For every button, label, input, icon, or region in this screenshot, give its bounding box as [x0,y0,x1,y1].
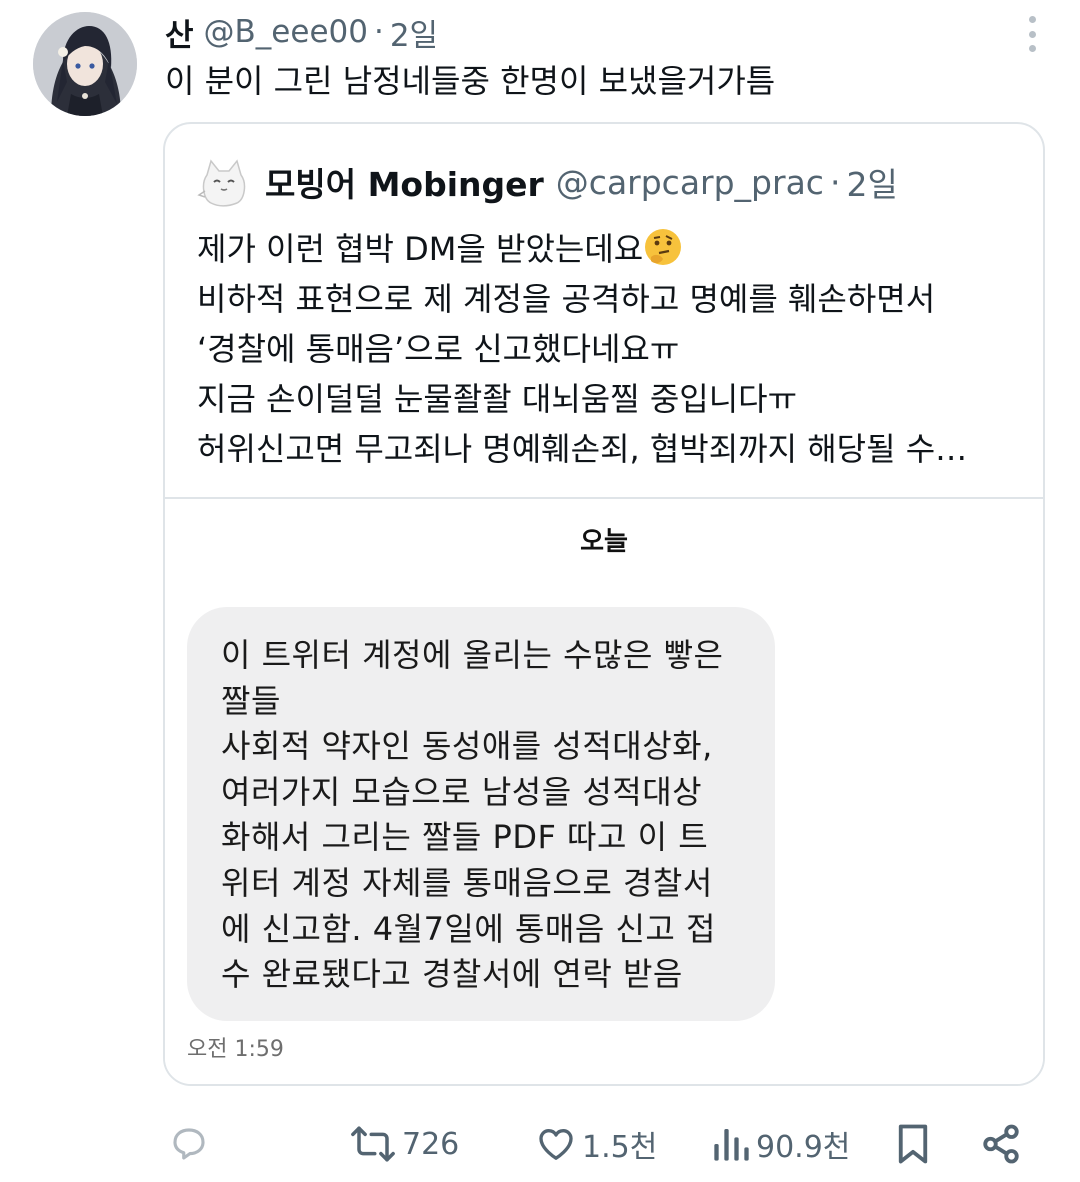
heart-icon [536,1124,576,1164]
reply-icon [168,1123,210,1165]
more-options-icon[interactable] [1022,16,1042,52]
dm-line: 수 완료됐다고 경찰서에 연락 받음 [221,955,683,994]
quoted-separator-dot: · [829,162,841,202]
quoted-text-line-2: 비하적 표현으로 제 계정을 공격하고 명예를 훼손하면서 [197,280,936,318]
dm-message-bubble: 이 트위터 계정에 올리는 수많은 빻은 짤들 사회적 약자인 동성애를 성적대… [187,607,775,1021]
avatar-illustration [33,12,137,116]
dm-line: 이 트위터 계정에 올리는 수많은 빻은 [221,636,724,674]
dm-line: 에 신고함. 4월7일에 통매음 신고 접 [221,909,716,948]
dm-screenshot-image[interactable]: 오늘 이 트위터 계정에 올리는 수많은 빻은 짤들 사회적 약자인 동성애를 … [165,499,1043,1084]
quoted-text-line-4: 지금 손이덜덜 눈물좔좔 대뇌움찔 중입니다ㅠ [197,380,798,418]
quoted-text-line-3: ‘경찰에 통매음’으로 신고했다네요ㅠ [197,330,680,368]
like-button[interactable]: 1.5천 [536,1120,657,1168]
quoted-text-line-5: 허위신고면 무고죄나 명예훼손죄, 협박죄까지 해당될 수… [197,430,968,468]
tweet-action-bar: 726 1.5천 90.9천 [0,1114,1080,1174]
bookmark-icon [894,1123,932,1165]
tweet-text: 이 분이 그린 남정네들중 한명이 보냈을거가틈 [165,62,776,100]
quoted-tweet[interactable]: 모빙어 Mobinger @carpcarp_prac · 2일 제가 이런 협… [163,122,1045,1086]
dm-line: 위터 계정 자체를 통매음으로 경찰서 [221,863,713,902]
retweet-button[interactable]: 726 [350,1120,459,1168]
quoted-tweet-text: 제가 이런 협박 DM을 받았는데요 비하적 표현으로 제 계정을 공격하고 명… [197,224,1017,474]
author-name[interactable]: 산 [165,10,194,55]
dm-line: 여러가지 모습으로 남성을 성적대상 [221,772,703,811]
quoted-author-avatar[interactable] [197,155,251,209]
dm-line: 짤들 [221,681,281,720]
quoted-tweet-header: 모빙어 Mobinger @carpcarp_prac · 2일 [197,156,898,208]
quoted-author-name[interactable]: 모빙어 Mobinger [265,158,544,206]
like-count: 1.5천 [582,1130,658,1165]
dm-line: 사회적 약자인 동성애를 성적대상화, [221,727,713,766]
views-count: 90.9천 [756,1130,851,1165]
retweet-icon [350,1123,396,1165]
bookmark-button[interactable] [894,1120,932,1168]
dm-date-label: 오늘 [580,526,628,556]
quoted-tweet-time[interactable]: 2일 [846,158,897,206]
dm-line: 화해서 그리는 짤들 PDF 따고 이 트 [221,818,709,857]
quoted-text-line-1: 제가 이런 협박 DM을 받았는데요 [197,230,644,268]
quoted-author-handle[interactable]: @carpcarp_prac [556,163,824,202]
share-icon [980,1123,1022,1165]
separator-dot: · [373,14,384,50]
author-avatar[interactable] [33,12,137,116]
reply-button[interactable] [168,1120,216,1168]
views-chart-icon [712,1124,750,1164]
share-button[interactable] [980,1120,1022,1168]
tweet-header: 산 @B_eee00 · 2일 [165,10,438,54]
retweet-count: 726 [402,1126,460,1162]
tweet-time[interactable]: 2일 [390,10,438,55]
dm-message-time: 오전 1:59 [187,1037,284,1062]
quoted-text-line: 제가 이런 협박 DM을 받았는데요 [197,224,1017,274]
thinking-face-emoji-icon [643,227,683,267]
author-handle[interactable]: @B_eee00 [204,14,368,50]
views-button[interactable]: 90.9천 [712,1120,850,1168]
